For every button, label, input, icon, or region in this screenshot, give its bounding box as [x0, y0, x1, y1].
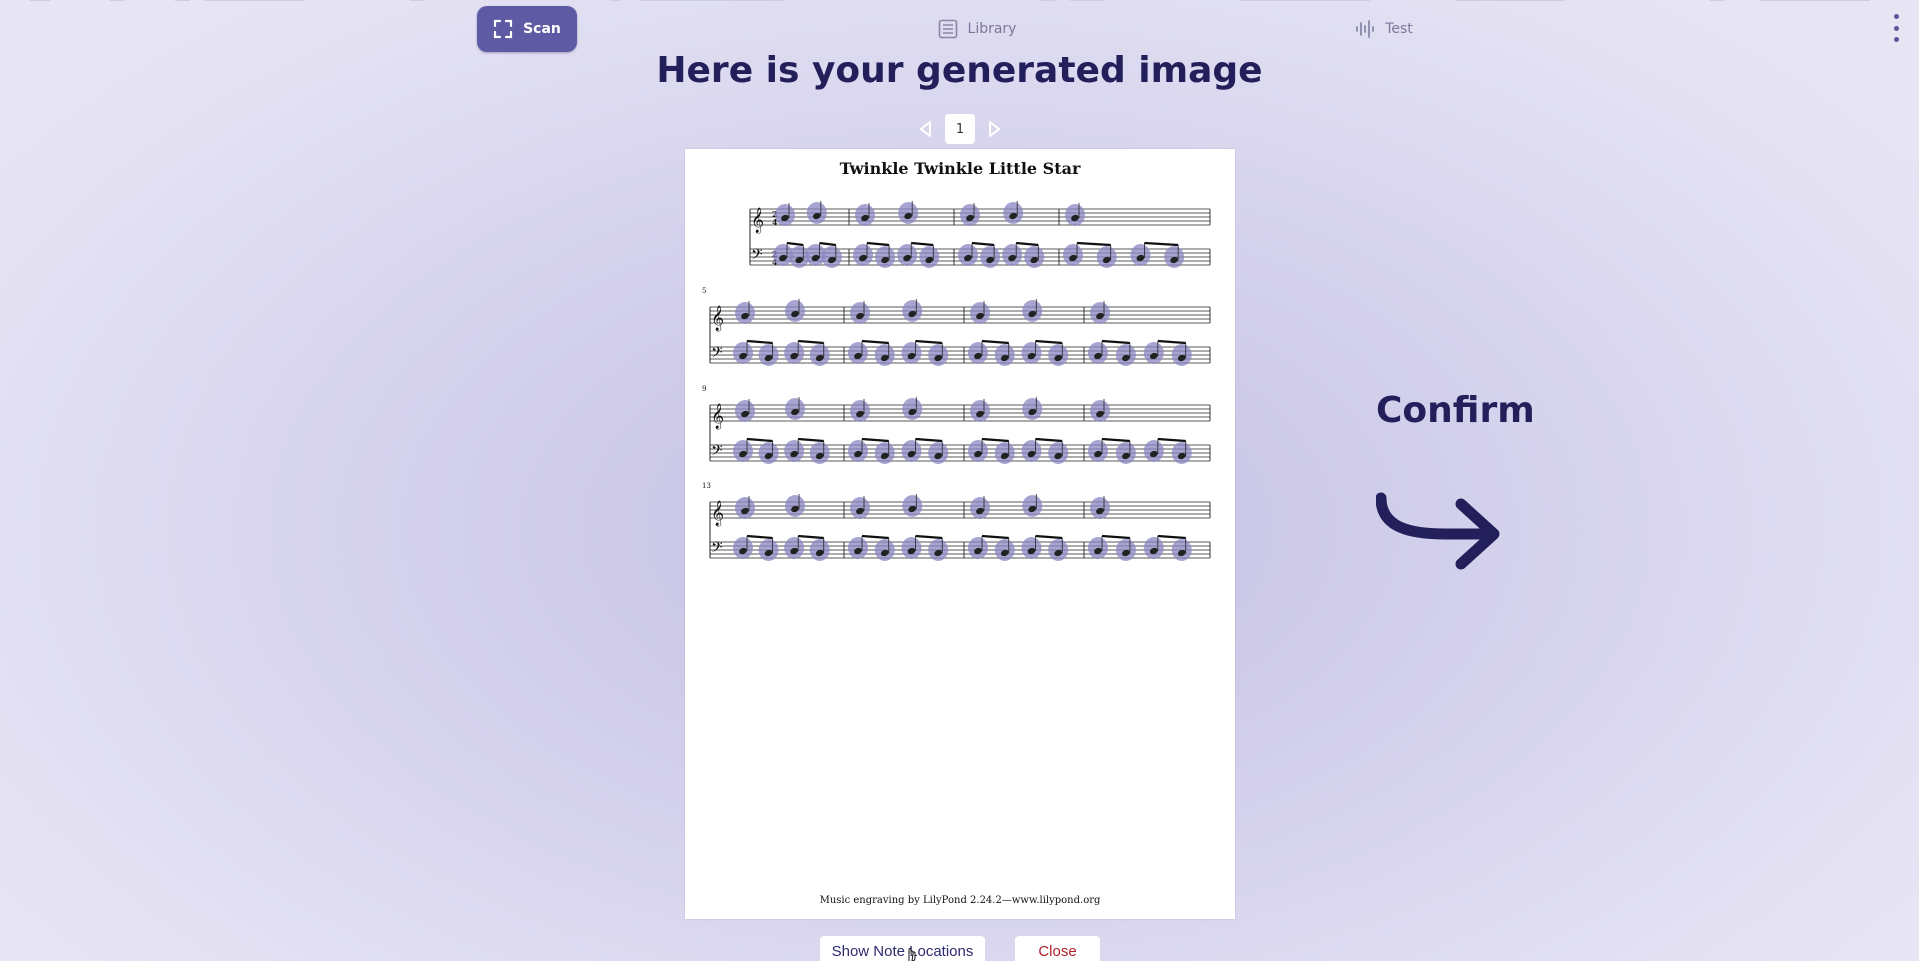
- note-beam: [1016, 241, 1039, 247]
- kebab-dot: [1893, 14, 1899, 19]
- note-beam: [786, 241, 804, 247]
- note-beam: [861, 534, 889, 540]
- treble-clef: 𝄞: [711, 305, 724, 331]
- note-beam: [798, 339, 824, 345]
- bass-clef: 𝄢: [711, 344, 723, 365]
- bass-clef: 𝄢: [751, 246, 763, 267]
- scan-icon: [493, 19, 513, 39]
- show-note-locations-button[interactable]: Show Note Locations: [820, 936, 985, 961]
- treble-clef: 𝄞: [711, 403, 724, 429]
- note-beam: [1035, 437, 1063, 443]
- note-beam: [981, 534, 1009, 540]
- note-beam: [819, 241, 836, 247]
- library-tab[interactable]: Library: [917, 6, 1037, 52]
- note-beam: [1157, 534, 1186, 540]
- page-title: Here is your generated image: [656, 50, 1263, 91]
- next-page-button[interactable]: [985, 119, 1005, 139]
- note-beam: [1035, 534, 1063, 540]
- library-tab-label: Library: [967, 21, 1017, 37]
- note-beam: [1076, 241, 1111, 247]
- arrow-right-icon: [1376, 492, 1500, 570]
- note-beam: [1101, 534, 1130, 540]
- close-button[interactable]: Close: [1015, 936, 1100, 961]
- note-beam: [1157, 339, 1186, 345]
- confirm-label: Confirm: [1376, 390, 1535, 431]
- note-beam: [971, 241, 995, 247]
- note-beam: [798, 534, 824, 540]
- note-beam: [915, 339, 943, 345]
- scan-tab-label: Scan: [523, 21, 561, 37]
- test-tab-label: Test: [1385, 21, 1413, 37]
- confirm-button[interactable]: Confirm: [1360, 380, 1535, 600]
- test-tab[interactable]: Test: [1354, 6, 1414, 52]
- note-beam: [798, 437, 824, 443]
- note-beam: [1101, 437, 1130, 443]
- note-beam: [861, 437, 889, 443]
- note-beam: [746, 534, 773, 540]
- waveform-icon: [1356, 20, 1375, 38]
- note-beam: [1144, 241, 1179, 247]
- note-beam: [861, 339, 889, 345]
- treble-clef: 𝄞: [751, 207, 764, 233]
- note-beam: [1101, 339, 1130, 345]
- note-beam: [746, 339, 773, 345]
- measure-number: 5: [702, 287, 706, 295]
- scan-tab[interactable]: Scan: [477, 6, 577, 52]
- note-beam: [1035, 339, 1063, 345]
- more-options-icon[interactable]: [1891, 14, 1901, 42]
- note-beam: [746, 437, 773, 443]
- note-beam: [915, 534, 943, 540]
- treble-clef: 𝄞: [711, 500, 724, 526]
- note-beam: [981, 339, 1009, 345]
- hand-cursor-icon: [908, 947, 916, 961]
- kebab-dot: [1893, 25, 1899, 31]
- note-beam: [915, 437, 943, 443]
- score-staves: 𝄞𝄢2424𝄞𝄢5𝄞𝄢9𝄞𝄢13: [702, 201, 1211, 561]
- chevron-left-icon: [920, 121, 931, 137]
- note-beam: [911, 241, 934, 247]
- chevron-right-icon: [989, 121, 1000, 137]
- current-page-number: 1: [945, 114, 975, 144]
- note-beam: [866, 241, 890, 247]
- engraving-credit: Music engraving by LilyPond 2.24.2—www.l…: [819, 895, 1101, 906]
- measure-number: 9: [702, 385, 706, 393]
- bass-clef: 𝄢: [711, 539, 723, 560]
- top-edge-dashes: [30, 0, 1870, 1]
- note-beam: [1157, 437, 1186, 443]
- generated-sheet-image: Twinkle Twinkle Little Star 𝄞𝄢2424𝄞𝄢5𝄞𝄢9…: [685, 149, 1235, 919]
- library-icon: [938, 19, 957, 39]
- measure-number: 13: [702, 482, 711, 490]
- note-beam: [981, 437, 1009, 443]
- page-pager: 1: [910, 112, 1010, 146]
- bass-clef: 𝄢: [711, 442, 723, 463]
- kebab-dot: [1893, 37, 1899, 42]
- previous-page-button[interactable]: [915, 119, 935, 139]
